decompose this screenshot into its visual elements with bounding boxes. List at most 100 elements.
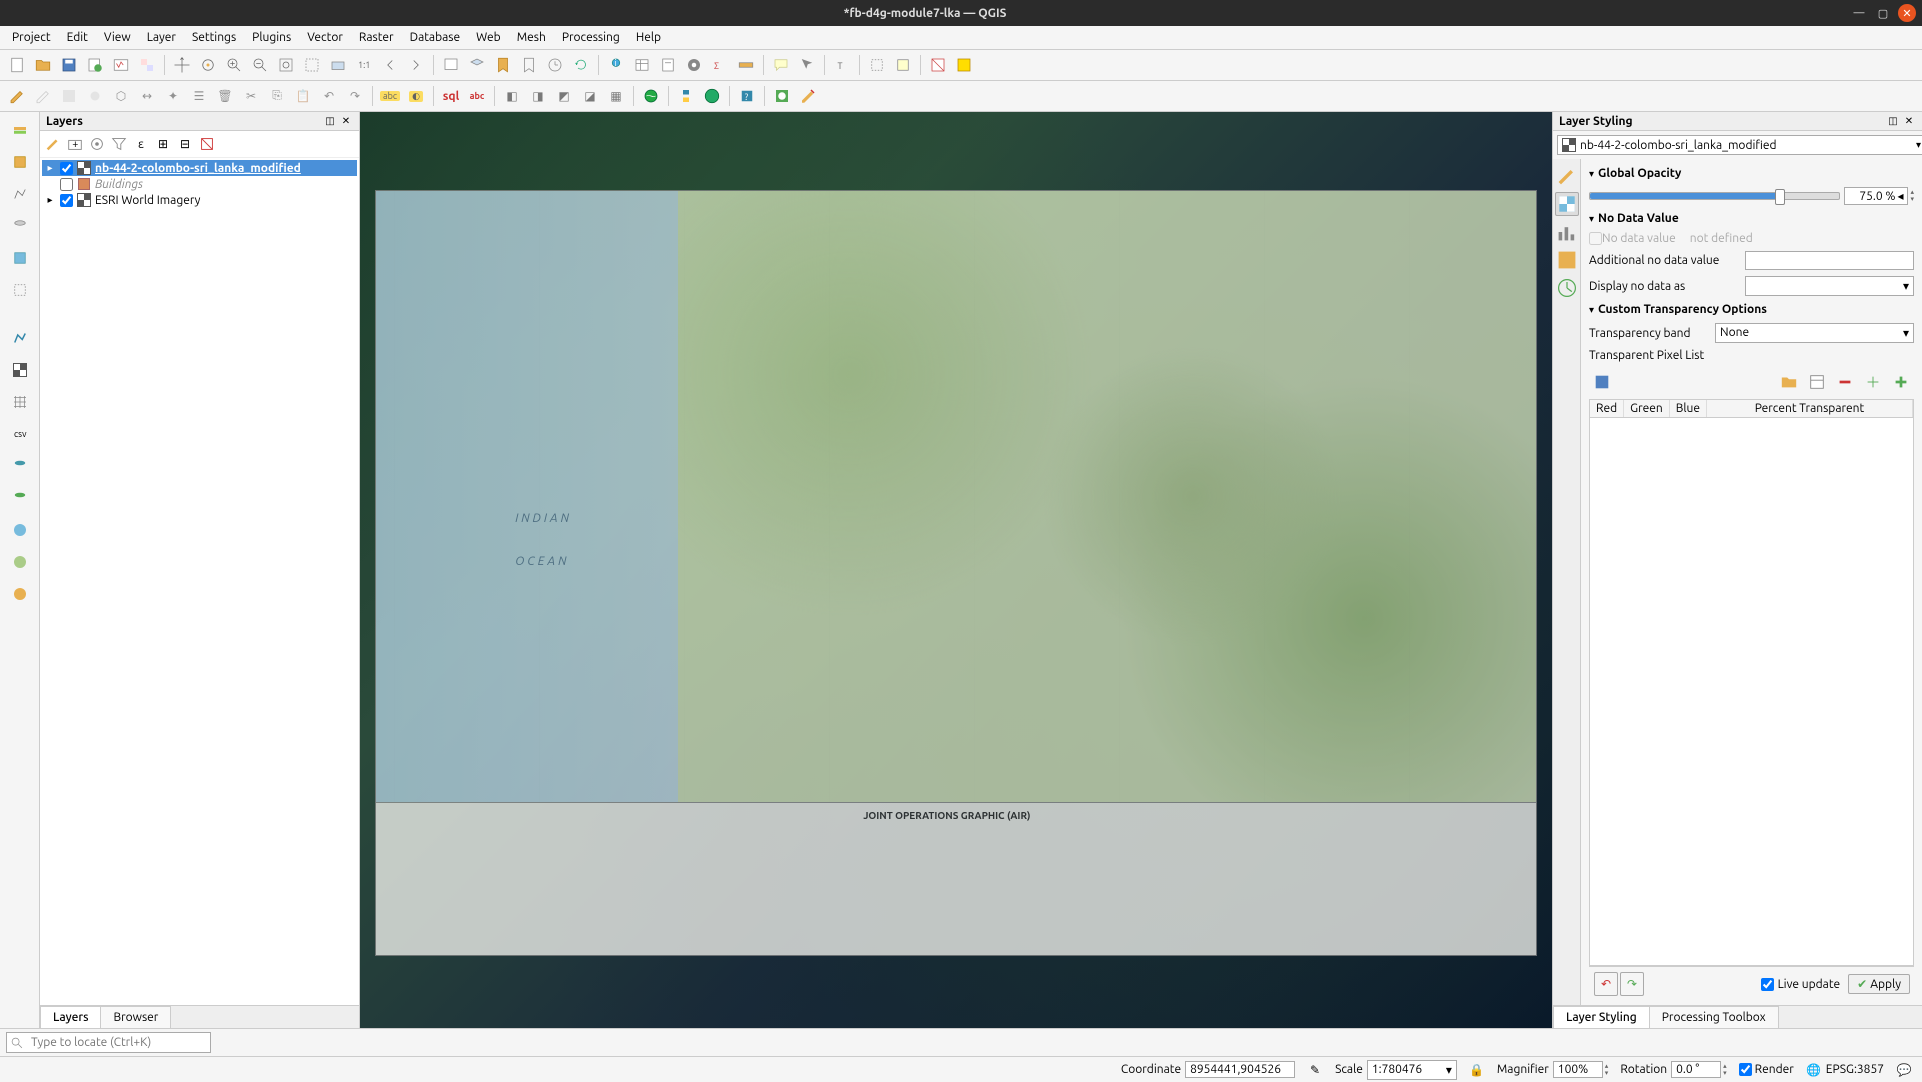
toolbox-icon[interactable]: [682, 53, 706, 77]
show-bookmarks-icon[interactable]: [517, 53, 541, 77]
new-geopackage-icon[interactable]: [8, 150, 32, 174]
layer-item-buildings[interactable]: Buildings: [42, 176, 357, 192]
symbology-tab-icon[interactable]: [1555, 164, 1579, 188]
text-annotation-icon[interactable]: T: [830, 53, 854, 77]
close-panel-icon[interactable]: ✕: [1902, 114, 1916, 128]
scale-combo[interactable]: 1:780476▾: [1367, 1060, 1457, 1080]
zoom-in-icon[interactable]: [222, 53, 246, 77]
pixel-list-table[interactable]: Red Green Blue Percent Transparent: [1589, 399, 1914, 966]
global-opacity-section[interactable]: ▾ Global Opacity: [1589, 163, 1914, 184]
opacity-spinbox[interactable]: 75.0 % ◂: [1844, 187, 1908, 205]
magnifier-input[interactable]: [1553, 1061, 1603, 1078]
new-temp-layer-icon[interactable]: [8, 246, 32, 270]
paste-icon[interactable]: 📋: [291, 84, 315, 108]
copy-icon[interactable]: ⎘: [265, 84, 289, 108]
add-values-icon[interactable]: [1805, 370, 1829, 394]
style-manager-icon[interactable]: [109, 53, 133, 77]
opacity-slider[interactable]: [1589, 192, 1840, 200]
stats-icon[interactable]: Σ: [708, 53, 732, 77]
add-raster-icon[interactable]: [8, 358, 32, 382]
move-feature-icon[interactable]: ↔: [135, 84, 159, 108]
zoom-full-icon[interactable]: [274, 53, 298, 77]
new-print-layout-icon[interactable]: [83, 53, 107, 77]
new-spatialite-icon[interactable]: [8, 214, 32, 238]
annotation-icon[interactable]: [795, 53, 819, 77]
transparency-tab-icon[interactable]: [1555, 192, 1579, 216]
zoom-out-icon[interactable]: [248, 53, 272, 77]
open-project-icon[interactable]: [31, 53, 55, 77]
rotation-input[interactable]: [1671, 1061, 1721, 1078]
menu-settings[interactable]: Settings: [184, 29, 244, 46]
add-spatialite-icon[interactable]: [8, 486, 32, 510]
quickosm-icon[interactable]: [639, 84, 663, 108]
histogram-tab-icon[interactable]: [1555, 220, 1579, 244]
redo-style-icon[interactable]: ↷: [1620, 972, 1644, 996]
select-all-icon[interactable]: [952, 53, 976, 77]
web-icon[interactable]: abc: [465, 84, 489, 108]
menu-processing[interactable]: Processing: [554, 29, 628, 46]
add-vector-icon[interactable]: [8, 326, 32, 350]
menu-edit[interactable]: Edit: [59, 29, 96, 46]
expand-icon[interactable]: ▸: [44, 194, 56, 206]
additional-no-data-input[interactable]: [1745, 251, 1914, 270]
menu-raster[interactable]: Raster: [351, 29, 402, 46]
open-attr-table-icon[interactable]: [630, 53, 654, 77]
coord-toggle-icon[interactable]: ✎: [1307, 1062, 1323, 1078]
save-project-icon[interactable]: [57, 53, 81, 77]
filter-legend-icon[interactable]: [109, 134, 129, 154]
maptips-icon[interactable]: [769, 53, 793, 77]
layer-visibility-checkbox[interactable]: [60, 194, 73, 207]
add-group-icon[interactable]: +: [65, 134, 85, 154]
layer-item-colombo[interactable]: ▸ nb-44-2-colombo-sri_lanka_modified: [42, 160, 357, 176]
add-delimited-icon[interactable]: csv: [8, 422, 32, 446]
minimize-button[interactable]: —: [1850, 4, 1868, 22]
maximize-button[interactable]: ▢: [1874, 4, 1892, 22]
plugin-5-icon[interactable]: ▦: [604, 84, 628, 108]
filter-expression-icon[interactable]: ε: [131, 134, 151, 154]
deselect-icon[interactable]: [926, 53, 950, 77]
rendering-tab-icon[interactable]: [1555, 248, 1579, 272]
col-blue[interactable]: Blue: [1670, 400, 1707, 417]
close-button[interactable]: ✕: [1898, 4, 1916, 22]
run-icon[interactable]: [770, 84, 794, 108]
help-icon[interactable]: ?: [735, 84, 759, 108]
history-tab-icon[interactable]: [1555, 276, 1579, 300]
redo-icon[interactable]: ↷: [343, 84, 367, 108]
menu-web[interactable]: Web: [468, 29, 509, 46]
add-wfs-icon[interactable]: [8, 582, 32, 606]
hcmgis-icon[interactable]: sql: [439, 84, 463, 108]
tab-processing-toolbox[interactable]: Processing Toolbox: [1649, 1006, 1779, 1028]
layer-tree[interactable]: ▸ nb-44-2-colombo-sri_lanka_modified Bui…: [40, 158, 359, 1005]
field-calc-icon[interactable]: [656, 53, 680, 77]
select-features-icon[interactable]: [865, 53, 889, 77]
locator-input[interactable]: [27, 1034, 207, 1051]
col-percent[interactable]: Percent Transparent: [1707, 400, 1913, 417]
undock-icon[interactable]: ◫: [1886, 114, 1900, 128]
osm-icon[interactable]: [700, 84, 724, 108]
save-edits-icon[interactable]: [57, 84, 81, 108]
coord-input[interactable]: [1185, 1061, 1295, 1078]
refresh-icon[interactable]: [569, 53, 593, 77]
data-source-manager-icon[interactable]: [8, 118, 32, 142]
plugin-3-icon[interactable]: ◩: [552, 84, 576, 108]
new-shapefile-icon[interactable]: [8, 182, 32, 206]
diagram-icon[interactable]: ◐: [404, 84, 428, 108]
new-bookmark-icon[interactable]: [491, 53, 515, 77]
tab-browser[interactable]: Browser: [100, 1006, 171, 1028]
save-list-icon[interactable]: [1590, 370, 1614, 394]
menu-help[interactable]: Help: [628, 29, 669, 46]
tab-layer-styling[interactable]: Layer Styling: [1553, 1006, 1650, 1028]
lock-scale-icon[interactable]: 🔒: [1469, 1062, 1485, 1078]
add-mesh-icon[interactable]: [8, 390, 32, 414]
map-canvas[interactable]: INDIAN OCEAN JOINT OPERATIONS GRAPHIC (A…: [360, 112, 1552, 1028]
layer-select-combo[interactable]: nb-44-2-colombo-sri_lanka_modified ▾: [1557, 135, 1922, 155]
pick-from-canvas-icon[interactable]: [1861, 370, 1885, 394]
identify-icon[interactable]: i: [604, 53, 628, 77]
expand-icon[interactable]: ▸: [44, 162, 56, 174]
menu-plugins[interactable]: Plugins: [244, 29, 299, 46]
menu-vector[interactable]: Vector: [299, 29, 351, 46]
manage-themes-icon[interactable]: [87, 134, 107, 154]
plugin-1-icon[interactable]: ◧: [500, 84, 524, 108]
new-map-view-icon[interactable]: [439, 53, 463, 77]
layer-visibility-checkbox[interactable]: [60, 178, 73, 191]
